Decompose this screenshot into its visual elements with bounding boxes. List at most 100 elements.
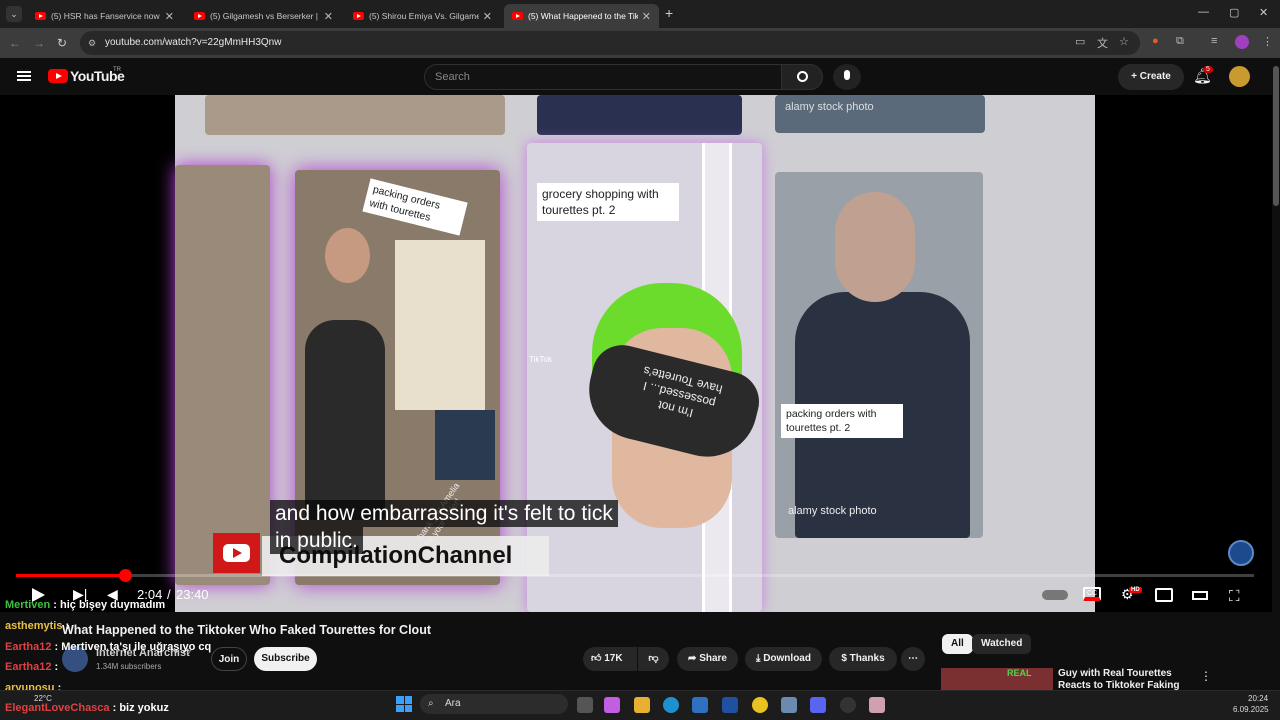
browser-menu-icon[interactable]: ⋮: [1262, 35, 1273, 48]
plus-icon: +: [1131, 71, 1140, 82]
profile-avatar-icon[interactable]: [1235, 35, 1249, 49]
subscriber-count: 1.34M subscribers: [96, 662, 162, 671]
site-info-icon[interactable]: ⚙: [88, 31, 96, 55]
hamburger-menu-icon[interactable]: [17, 71, 31, 81]
shelf: [395, 240, 485, 410]
youtube-favicon-icon: [512, 12, 523, 20]
overlay-label-packing-pt2: packing orders with tourettes pt. 2: [781, 404, 903, 439]
time-separator: /: [167, 587, 171, 602]
chat-line: Mertiven : hiç bişey duymadım: [5, 599, 166, 611]
region-code: TR: [113, 67, 121, 73]
new-tab-button[interactable]: +: [665, 5, 673, 21]
translate-icon[interactable]: 文: [1097, 35, 1108, 51]
youtube-favicon-icon: [35, 12, 46, 20]
crate: [435, 410, 495, 480]
share-button[interactable]: ➦ Share: [677, 647, 738, 671]
search-input[interactable]: Search: [424, 64, 782, 90]
bookmark-star-icon[interactable]: ☆: [1119, 35, 1129, 48]
minimize-button[interactable]: —: [1198, 6, 1209, 18]
tab-shirou-gilgamesh[interactable]: (5) Shirou Emiya Vs. Gilgamesh ✕: [345, 4, 500, 28]
subscribe-button[interactable]: Subscribe: [254, 647, 317, 671]
steam-icon[interactable]: [840, 697, 856, 713]
thumbs-down-icon: 👎︎: [648, 653, 659, 664]
subtitles-cc-icon[interactable]: CC: [1083, 587, 1101, 601]
person-head: [325, 228, 370, 283]
tab-gilgamesh-berserker[interactable]: (5) Gilgamesh vs Berserker | Fate ✕: [186, 4, 341, 28]
recommended-menu-icon[interactable]: ⋮: [1200, 669, 1212, 683]
tiktok-watermark: TikTok: [529, 355, 552, 364]
start-windows-icon[interactable]: [396, 696, 412, 712]
progress-bar[interactable]: [16, 569, 1254, 582]
page-scrollbar[interactable]: [1272, 58, 1280, 690]
close-tab-icon[interactable]: ✕: [483, 10, 492, 23]
chip-watched[interactable]: Watched: [972, 634, 1032, 654]
cast-icon[interactable]: ▭: [1075, 35, 1085, 48]
fullscreen-icon[interactable]: ⛶: [1229, 588, 1240, 605]
chat-line: asthemytis :: [5, 620, 70, 632]
reload-icon[interactable]: ↻: [57, 36, 67, 50]
url-field[interactable]: ⚙ youtube.com/watch?v=22gMmHH3Qnw: [80, 31, 1140, 55]
media-control-icon[interactable]: ≡: [1211, 35, 1217, 47]
search-icon: [797, 71, 808, 82]
extensions-puzzle-icon[interactable]: ⧉: [1176, 35, 1184, 48]
chrome-icon[interactable]: [752, 697, 768, 713]
chat-line: Eartha12 : Mertiven ta'şı ile uğraşıyo c…: [5, 641, 212, 653]
video-card-right-person: packing orders with tourettes pt. 2: [775, 172, 983, 538]
join-button[interactable]: Join: [211, 647, 247, 671]
edge-browser-icon[interactable]: [663, 697, 679, 713]
download-button[interactable]: ⤓ Download: [745, 647, 822, 671]
mask-text: I'm not possessed... I have Tourette's: [641, 363, 724, 421]
share-arrow-icon: ➦: [688, 653, 700, 664]
microphone-icon: [844, 70, 850, 80]
scrollbar-thumb[interactable]: [1273, 66, 1279, 206]
recommended-title[interactable]: Guy with Real Tourettes Reacts to Tiktok…: [1058, 668, 1193, 690]
url-text: youtube.com/watch?v=22gMmHH3Qnw: [105, 37, 282, 48]
file-explorer-icon[interactable]: [634, 697, 650, 713]
close-tab-icon[interactable]: ✕: [165, 10, 174, 23]
stock-watermark-bottom: alamy stock photo: [788, 505, 877, 517]
search-button[interactable]: [781, 64, 823, 90]
extension-fire-icon[interactable]: ●: [1152, 35, 1159, 47]
app-settings-icon[interactable]: [781, 697, 797, 713]
thanks-button[interactable]: $ Thanks: [829, 647, 897, 671]
browser-tab-strip: ⌄ (5) HSR has Fanservice now 🥀 ✕ (5) Gil…: [0, 0, 1280, 28]
store-icon[interactable]: [692, 697, 708, 713]
tab-hsr[interactable]: (5) HSR has Fanservice now 🥀 ✕: [27, 4, 182, 28]
youtube-logo-icon[interactable]: [48, 69, 68, 83]
taskbar-search-box[interactable]: ⌕ Ara: [420, 694, 568, 714]
video-title: What Happened to the Tiktoker Who Faked …: [62, 623, 431, 637]
app-a-icon[interactable]: [722, 697, 738, 713]
voice-search-button[interactable]: [833, 64, 861, 90]
clock-date[interactable]: 6.09.2025: [1233, 705, 1269, 714]
thumbs-up-icon: 👍︎: [591, 653, 605, 664]
overlay-label-grocery: grocery shopping with tourettes pt. 2: [537, 183, 679, 222]
tab-active-tiktoker[interactable]: (5) What Happened to the Tiktok ✕: [504, 4, 659, 28]
close-window-button[interactable]: ✕: [1259, 6, 1268, 19]
autoplay-toggle[interactable]: [1042, 590, 1068, 600]
watermark-logo-icon: [213, 533, 260, 573]
discord-icon[interactable]: [810, 697, 826, 713]
chip-all[interactable]: All: [942, 634, 973, 654]
maximize-button[interactable]: ▢: [1229, 6, 1239, 19]
video-player[interactable]: alamy stock photo packing orders with to…: [0, 95, 1280, 612]
forward-icon[interactable]: →: [33, 36, 45, 50]
miniplayer-icon[interactable]: [1155, 588, 1173, 602]
more-actions-button[interactable]: ⋯: [901, 647, 925, 671]
back-icon[interactable]: ←: [9, 36, 21, 50]
search-icon: ⌕: [428, 698, 434, 709]
copilot-icon[interactable]: [604, 697, 620, 713]
close-tab-icon[interactable]: ✕: [642, 10, 651, 23]
like-button[interactable]: 👍︎ 17K: [583, 647, 637, 671]
dislike-button[interactable]: 👎︎: [638, 647, 669, 671]
app-anime-icon[interactable]: [869, 697, 885, 713]
create-button[interactable]: + Create: [1118, 64, 1184, 90]
recommended-thumbnail[interactable]: REAL: [941, 668, 1053, 690]
task-view-icon[interactable]: [577, 697, 593, 713]
tab-search-button[interactable]: ⌄: [6, 6, 22, 22]
close-tab-icon[interactable]: ✕: [324, 10, 333, 23]
theater-mode-icon[interactable]: [1192, 591, 1208, 600]
video-card-top-middle: [537, 95, 742, 135]
clock-time[interactable]: 20:24: [1248, 694, 1268, 703]
account-avatar[interactable]: [1229, 66, 1250, 87]
channel-branding-icon[interactable]: [1228, 540, 1254, 566]
